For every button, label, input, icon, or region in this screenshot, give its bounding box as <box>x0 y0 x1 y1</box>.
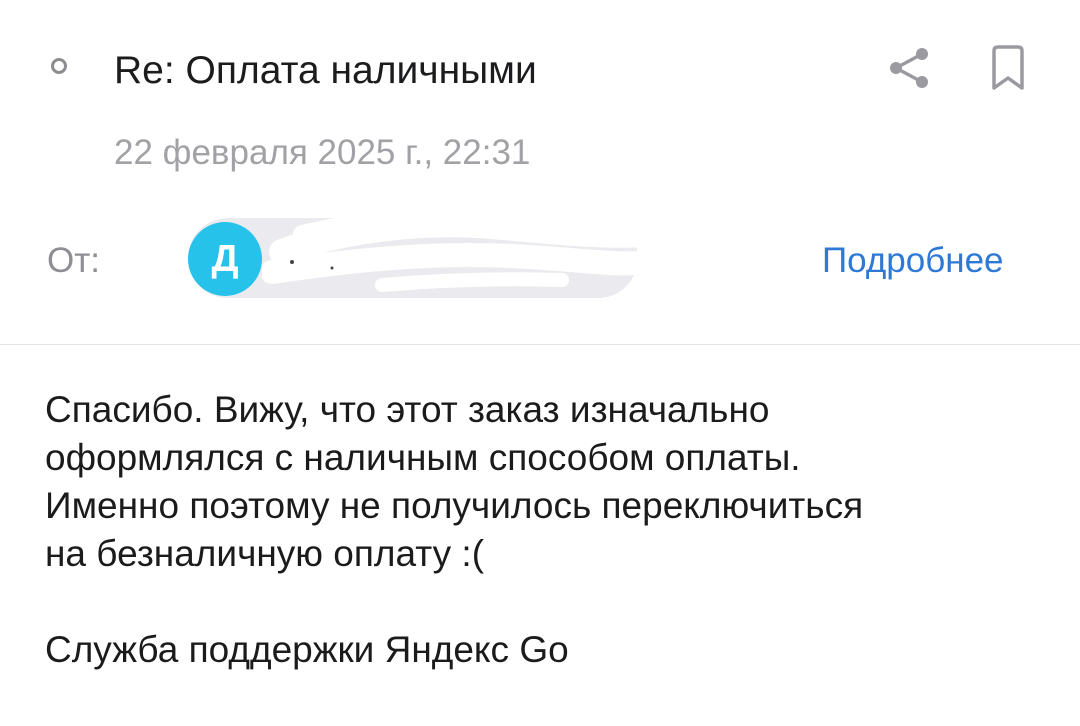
bookmark-icon <box>992 45 1024 90</box>
message-line: оформлялся с наличным способом оплаты. <box>45 437 801 478</box>
share-icon <box>890 48 928 88</box>
bookmark-button[interactable] <box>985 43 1031 93</box>
divider <box>0 344 1080 345</box>
message-line: Именно поэтому не получилось переключить… <box>45 485 864 526</box>
sender-redaction-scribble <box>262 203 695 292</box>
email-view: Re: Оплата наличными 22 февраля 2025 г.,… <box>0 0 1080 726</box>
email-subject: Re: Оплата наличными <box>114 49 537 92</box>
message-signature: Служба поддержки Яндекс Go <box>45 629 569 670</box>
share-button[interactable] <box>884 45 934 91</box>
message-line: на безналичную оплату :( <box>45 533 485 574</box>
sender-avatar[interactable]: Д <box>188 222 262 296</box>
email-date: 22 февраля 2025 г., 22:31 <box>114 133 531 172</box>
from-label: От: <box>47 241 100 280</box>
details-link[interactable]: Подробнее <box>822 240 1004 282</box>
unread-indicator-icon[interactable] <box>51 58 67 74</box>
message-line: Спасибо. Вижу, что этот заказ изначально <box>45 389 770 430</box>
message-body: Спасибо. Вижу, что этот заказ изначально… <box>45 386 1045 578</box>
